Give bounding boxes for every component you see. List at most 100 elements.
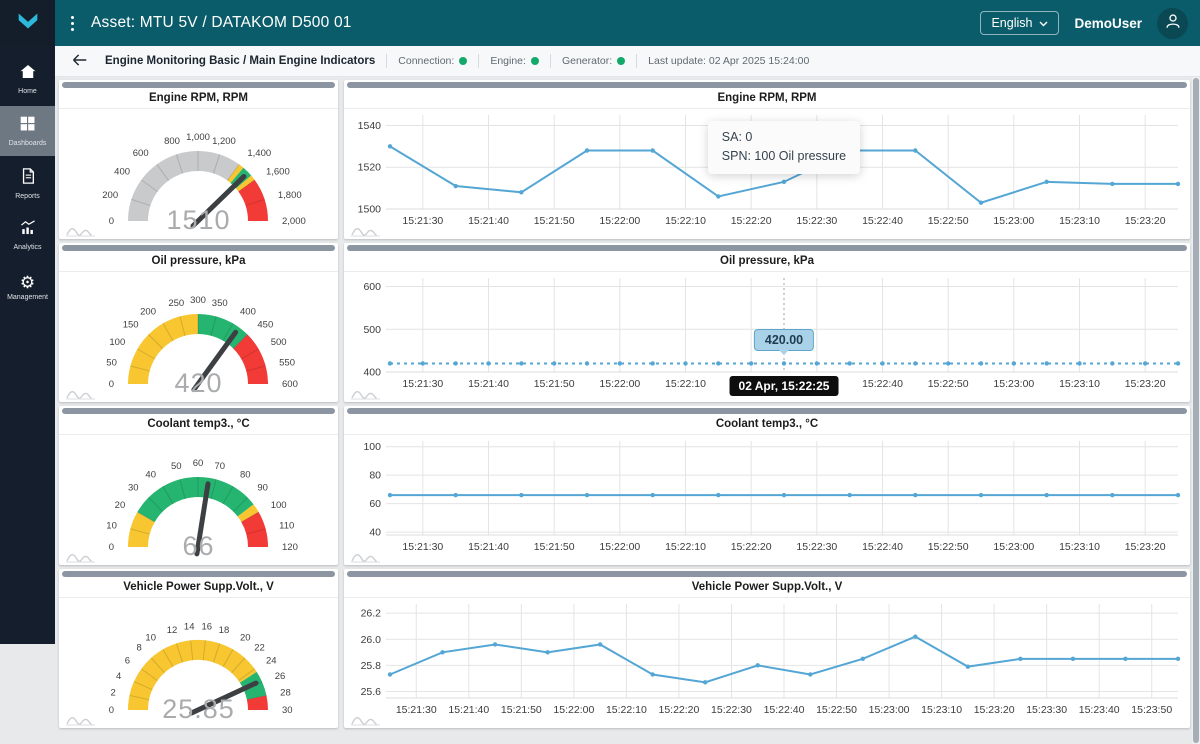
svg-text:200: 200 <box>140 306 156 317</box>
vertical-scrollbar[interactable] <box>1192 77 1200 744</box>
svg-text:2,000: 2,000 <box>282 216 306 227</box>
sidebar-item-home[interactable]: Home <box>0 54 55 104</box>
sidebar-item-label: Dashboards <box>8 140 47 147</box>
svg-text:25.6: 25.6 <box>361 686 382 698</box>
svg-text:350: 350 <box>212 298 228 309</box>
svg-text:60: 60 <box>369 498 381 510</box>
svg-text:15:22:30: 15:22:30 <box>711 704 752 716</box>
watermark-icon <box>66 227 95 237</box>
svg-text:15:21:40: 15:21:40 <box>468 378 509 390</box>
svg-text:15:23:20: 15:23:20 <box>974 704 1015 716</box>
status-dot-green <box>530 57 539 65</box>
svg-text:18: 18 <box>219 625 230 636</box>
person-icon <box>1163 11 1183 36</box>
sidebar-item-dashboards[interactable]: Dashboards <box>0 106 55 156</box>
arrow-left-icon <box>71 53 88 70</box>
svg-text:15:21:50: 15:21:50 <box>534 378 575 390</box>
dashboard-row: Engine RPM, RPM 0 200 400 600 800 1,000 1,200 1… <box>59 80 1190 239</box>
svg-text:30: 30 <box>128 483 139 494</box>
svg-text:15:22:10: 15:22:10 <box>665 378 706 390</box>
svg-text:15:23:10: 15:23:10 <box>1059 541 1100 553</box>
svg-text:15:22:10: 15:22:10 <box>665 541 706 553</box>
svg-text:15:21:30: 15:21:30 <box>402 378 443 390</box>
svg-text:600: 600 <box>363 281 381 293</box>
reports-document-icon <box>20 167 36 190</box>
sidebar-item-reports[interactable]: Reports <box>0 158 55 208</box>
svg-text:70: 70 <box>214 461 225 472</box>
svg-text:15:23:40: 15:23:40 <box>1079 704 1120 716</box>
svg-text:100: 100 <box>271 500 287 511</box>
sidebar-item-management[interactable]: ⚙ Management <box>0 262 55 312</box>
chart-tooltip: SA: 0 SPN: 100 Oil pressure <box>707 121 861 174</box>
brand-logo[interactable] <box>0 0 55 46</box>
user-avatar[interactable] <box>1157 7 1188 39</box>
kebab-menu-icon[interactable] <box>71 15 74 31</box>
svg-text:400: 400 <box>363 367 381 379</box>
svg-text:20: 20 <box>115 500 126 511</box>
language-selector[interactable]: English <box>980 11 1060 35</box>
back-button[interactable] <box>69 51 90 72</box>
svg-text:40: 40 <box>145 469 156 480</box>
svg-text:15:21:40: 15:21:40 <box>468 541 509 553</box>
engine-rpm-gauge: 0 200 400600 800 1,000 1,200 1,400 1,600 1,800 2,… <box>102 132 306 229</box>
svg-text:600: 600 <box>133 148 149 159</box>
svg-text:0: 0 <box>109 216 114 227</box>
brand-chevron-icon <box>14 9 42 38</box>
divider <box>636 54 638 68</box>
watermark-icon <box>351 227 380 237</box>
svg-text:15:22:40: 15:22:40 <box>862 541 903 553</box>
sidebar-item-label: Management <box>7 293 48 301</box>
divider <box>549 54 551 68</box>
language-label: English <box>991 16 1033 30</box>
svg-text:15:22:00: 15:22:00 <box>599 541 640 553</box>
widget-title: Oil pressure, kPa <box>59 251 338 272</box>
svg-text:300: 300 <box>190 295 206 306</box>
svg-text:500: 500 <box>363 324 381 336</box>
home-icon <box>19 63 37 85</box>
svg-text:15:21:50: 15:21:50 <box>534 541 575 553</box>
coolant-temp-gauge: 01020304050 60 708090100110120 <box>106 458 298 557</box>
svg-text:14: 14 <box>184 621 195 632</box>
sidebar-item-label: Analytics <box>13 244 42 251</box>
svg-text:15:22:10: 15:22:10 <box>606 704 647 716</box>
sidebar-item-analytics[interactable]: Analytics <box>0 210 55 260</box>
svg-text:12: 12 <box>167 625 178 636</box>
watermark-icon <box>351 553 380 563</box>
svg-text:15:22:20: 15:22:20 <box>731 215 772 227</box>
oil-pressure-gauge: 0 50 100 150200 250 300 350 400450 500 550 600 <box>106 295 298 393</box>
watermark-icon <box>66 553 95 563</box>
subheader: Engine Monitoring Basic / Main Engine In… <box>55 46 1200 77</box>
svg-text:1,800: 1,800 <box>278 190 302 201</box>
svg-text:15:22:40: 15:22:40 <box>862 215 903 227</box>
watermark-icon <box>351 716 380 726</box>
svg-text:2: 2 <box>111 688 116 699</box>
svg-text:15:22:20: 15:22:20 <box>731 541 772 553</box>
dashboard-content: Engine RPM, RPM 0 200 400 600 800 1,000 1,200 1… <box>55 77 1192 744</box>
coolant-temp-chart[interactable]: 40 60 80 100 15:21:30 15:21:40 15:21:50 15:22:0… <box>344 435 1190 565</box>
svg-text:8: 8 <box>136 643 141 654</box>
svg-text:40: 40 <box>369 527 381 539</box>
svg-text:15:22:50: 15:22:50 <box>928 215 969 227</box>
vehicle-power-chart[interactable]: 25.6 25.8 26.0 26.2 15:21:30 15:21:40 15:21:50… <box>344 598 1190 728</box>
svg-text:15:23:20: 15:23:20 <box>1125 541 1166 553</box>
dashboard-row: Oil pressure, kPa 0 50 100 150 200 250 300 350 4… <box>59 243 1190 402</box>
sidebar-item-label: Reports <box>15 192 40 200</box>
svg-text:600: 600 <box>282 379 298 390</box>
svg-text:1500: 1500 <box>358 204 382 216</box>
widget-title: Vehicle Power Supp.Volt., V <box>344 577 1190 598</box>
svg-text:100: 100 <box>109 337 125 348</box>
gear-icon: ⚙ <box>19 272 36 292</box>
svg-text:15:21:30: 15:21:30 <box>402 541 443 553</box>
dashboard-row: Coolant temp3., °C 0 10 20 30 40 50 60 70 80 90 10… <box>59 406 1190 565</box>
username: DemoUser <box>1074 15 1142 31</box>
svg-text:150: 150 <box>123 320 139 331</box>
svg-text:80: 80 <box>369 470 381 482</box>
svg-text:1520: 1520 <box>358 162 382 174</box>
widget-title: Oil pressure, kPa <box>344 251 1190 272</box>
divider <box>478 54 480 68</box>
svg-text:15:23:50: 15:23:50 <box>1131 704 1172 716</box>
svg-text:24: 24 <box>266 656 277 667</box>
svg-text:50: 50 <box>171 461 182 472</box>
dashboard-row: Vehicle Power Supp.Volt., V 0 2 4 6 8 10 12 14 1… <box>59 569 1190 728</box>
status-dot-green <box>617 57 626 65</box>
